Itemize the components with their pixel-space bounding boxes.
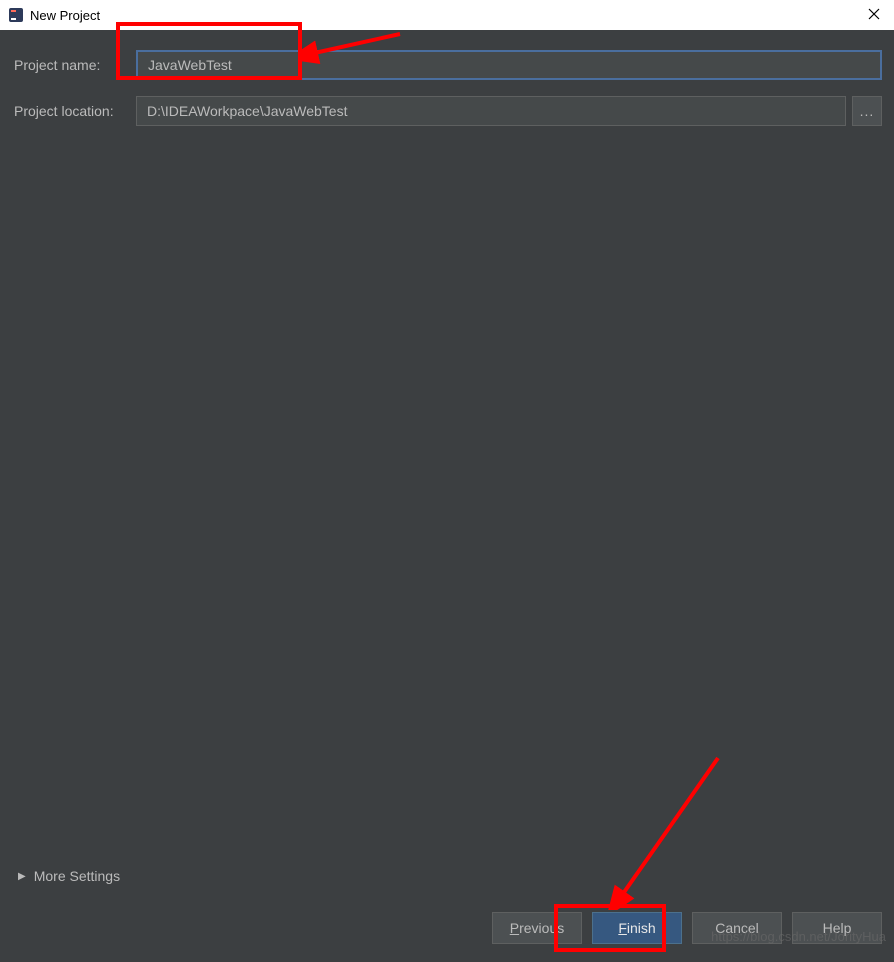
- watermark-text: https://blog.csdn.net/JorityHua: [711, 929, 886, 944]
- close-button[interactable]: [862, 2, 886, 26]
- more-settings-label: More Settings: [34, 868, 120, 884]
- previous-button-rest: revious: [519, 920, 564, 936]
- project-name-input[interactable]: [136, 50, 882, 80]
- dialog-content: Project name: Project location: ...: [0, 30, 894, 126]
- project-location-input[interactable]: [136, 96, 846, 126]
- project-name-label: Project name:: [14, 57, 136, 73]
- browse-button[interactable]: ...: [852, 96, 882, 126]
- window-title: New Project: [30, 8, 100, 23]
- finish-button-rest: inish: [627, 920, 656, 936]
- project-location-label: Project location:: [14, 103, 136, 119]
- project-location-row: Project location: ...: [14, 96, 882, 126]
- finish-button[interactable]: Finish: [592, 912, 682, 944]
- intellij-icon: [8, 7, 24, 23]
- titlebar: New Project: [0, 0, 894, 30]
- previous-button[interactable]: Previous: [492, 912, 582, 944]
- more-settings-toggle[interactable]: ▶ More Settings: [18, 868, 120, 884]
- annotation-arrow-icon: [590, 750, 730, 910]
- project-name-row: Project name:: [14, 50, 882, 80]
- chevron-right-icon: ▶: [18, 871, 26, 882]
